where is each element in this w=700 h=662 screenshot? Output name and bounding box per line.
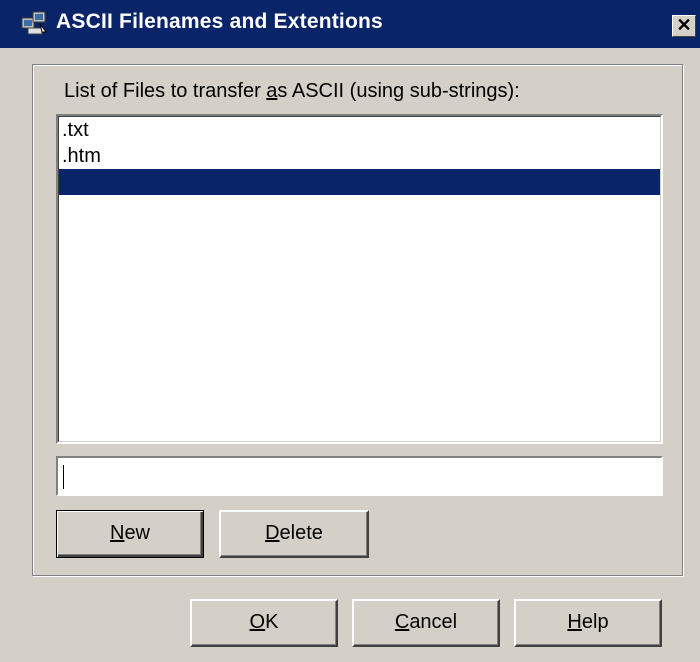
- close-button[interactable]: ✕: [672, 15, 696, 37]
- list-item[interactable]: .htm: [59, 143, 660, 169]
- delete-button[interactable]: Delete: [219, 510, 369, 558]
- filename-input[interactable]: [56, 456, 663, 496]
- help-button[interactable]: Help: [514, 599, 662, 647]
- ascii-files-listbox[interactable]: .txt .htm: [56, 114, 663, 444]
- network-computers-icon: [20, 10, 50, 38]
- list-item[interactable]: .txt: [59, 117, 660, 143]
- cancel-button[interactable]: Cancel: [352, 599, 500, 647]
- list-item-selected[interactable]: [59, 169, 660, 195]
- list-caption: List of Files to transfer as ASCII (usin…: [64, 80, 520, 102]
- ok-button[interactable]: OK: [190, 599, 338, 647]
- window-title: ASCII Filenames and Extentions: [56, 10, 383, 33]
- text-caret: [63, 465, 64, 489]
- title-bar: ASCII Filenames and Extentions ✕: [0, 0, 700, 48]
- new-button[interactable]: New: [56, 510, 204, 558]
- close-icon: ✕: [676, 15, 692, 35]
